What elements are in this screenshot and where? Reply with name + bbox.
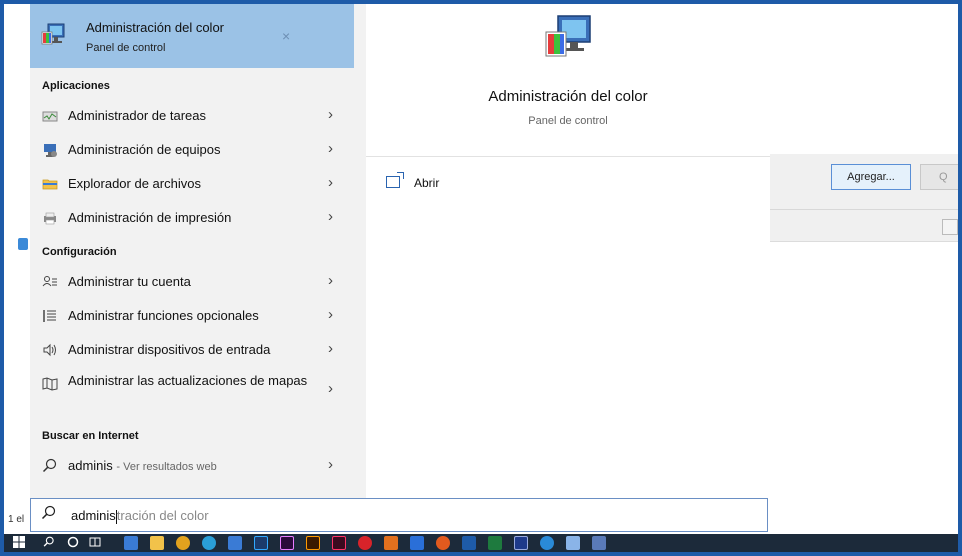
app-icon-4[interactable] <box>462 536 476 550</box>
best-match-result[interactable]: Administración del color Panel de contro… <box>30 4 354 68</box>
premiere-icon[interactable] <box>280 536 294 550</box>
audition-icon[interactable] <box>514 536 528 550</box>
printer-icon <box>42 210 58 226</box>
illustrator-icon[interactable] <box>306 536 320 550</box>
app-item-label: Administración de impresión <box>68 210 232 225</box>
app-item-print-management[interactable]: Administración de impresión › <box>30 202 354 234</box>
search-autocomplete: tración del color <box>116 508 209 523</box>
web-result-label: adminis - Ver resultados web <box>68 458 217 473</box>
settings-item-input-devices[interactable]: Administrar dispositivos de entrada › <box>30 334 354 366</box>
search-input[interactable]: administración del color <box>30 498 768 532</box>
background-checkbox[interactable] <box>942 219 958 235</box>
status-text: 1 el <box>8 514 25 525</box>
color-management-taskbar-icon[interactable] <box>592 536 606 550</box>
settings-item-label: Administrar dispositivos de entrada <box>68 342 271 357</box>
preview-panel: Administración del color Panel de contro… <box>366 4 770 498</box>
chrome-icon[interactable] <box>176 536 190 550</box>
section-web-heading: Buscar en Internet <box>42 430 139 442</box>
chevron-right-icon[interactable]: › <box>328 456 333 473</box>
color-management-icon <box>41 23 65 45</box>
app-item-label: Explorador de archivos <box>68 176 201 191</box>
chevron-right-icon[interactable]: › <box>328 208 333 225</box>
settings-item-map-updates[interactable]: Administrar las actualizaciones de mapas… <box>30 368 354 412</box>
preview-subtitle: Panel de control <box>528 115 608 127</box>
section-settings-heading: Configuración <box>42 246 117 258</box>
settings-item-account[interactable]: Administrar tu cuenta › <box>30 266 354 298</box>
app-icon-1[interactable] <box>124 536 138 550</box>
folder-icon <box>42 176 58 192</box>
task-view-icon[interactable] <box>88 536 102 550</box>
search-text: administración del color <box>71 508 209 524</box>
preview-divider <box>366 156 770 157</box>
opera-icon[interactable] <box>358 536 372 550</box>
app-icon-7[interactable] <box>566 536 580 550</box>
add-button[interactable]: Agregar... <box>831 164 911 190</box>
close-icon[interactable]: × <box>282 28 290 44</box>
search-icon <box>41 505 57 526</box>
chevron-right-icon[interactable]: › <box>328 306 333 323</box>
section-apps-heading: Aplicaciones <box>42 80 110 92</box>
app-item-file-explorer[interactable]: Explorador de archivos › <box>30 168 354 200</box>
start-menu-search: Administración del color Panel de contro… <box>30 4 770 498</box>
task-manager-icon <box>42 108 58 124</box>
open-icon <box>386 172 404 188</box>
background-app-icon <box>18 238 28 250</box>
map-icon <box>42 376 58 392</box>
cortana-icon[interactable] <box>66 536 80 550</box>
computer-management-icon <box>42 142 58 158</box>
telegram-icon[interactable] <box>202 536 216 550</box>
app-item-label: Administrador de tareas <box>68 108 207 123</box>
screen: Agregar... Q 1 el Administración del col… <box>4 4 958 552</box>
app-icon-5[interactable] <box>488 536 502 550</box>
settings-item-label: Administrar tu cuenta <box>68 274 191 289</box>
app-icon-2[interactable] <box>228 536 242 550</box>
chevron-right-icon[interactable]: › <box>328 106 333 123</box>
account-icon <box>42 274 58 290</box>
web-query: adminis <box>68 458 113 473</box>
app-item-task-manager[interactable]: Administrador de tareas › <box>30 100 354 132</box>
best-match-title: Administración del color <box>86 20 225 35</box>
search-icon[interactable] <box>42 536 56 550</box>
chevron-right-icon[interactable]: › <box>328 272 333 289</box>
list-icon <box>42 308 58 324</box>
open-label: Abrir <box>414 176 440 190</box>
secondary-button[interactable]: Q <box>920 164 958 190</box>
indesign-icon[interactable] <box>332 536 346 550</box>
settings-item-optional-features[interactable]: Administrar funciones opcionales › <box>30 300 354 332</box>
photoshop-icon[interactable] <box>254 536 268 550</box>
app-icon-6[interactable] <box>540 536 554 550</box>
vlc-icon[interactable] <box>384 536 398 550</box>
speaker-icon <box>42 342 58 358</box>
preview-title: Administración del color <box>488 88 648 105</box>
chevron-right-icon[interactable]: › <box>328 174 333 191</box>
app-item-label: Administración de equipos <box>68 142 221 157</box>
search-typed-text: adminis <box>71 508 116 523</box>
taskbar <box>4 534 958 552</box>
search-icon <box>42 458 58 474</box>
chevron-right-icon[interactable]: › <box>328 380 333 397</box>
results-panel: Administración del color Panel de contro… <box>30 4 354 498</box>
background-list-header <box>764 209 958 239</box>
chevron-right-icon[interactable]: › <box>328 140 333 157</box>
firefox-icon[interactable] <box>436 536 450 550</box>
color-management-icon <box>545 15 591 57</box>
chevron-right-icon[interactable]: › <box>328 340 333 357</box>
background-left-edge <box>4 4 30 534</box>
settings-item-label: Administrar funciones opcionales <box>68 308 259 323</box>
settings-item-label: Administrar las actualizaciones de mapas <box>68 373 308 388</box>
app-item-computer-management[interactable]: Administración de equipos › <box>30 134 354 166</box>
windows-start-icon[interactable] <box>12 536 26 550</box>
file-explorer-icon[interactable] <box>150 536 164 550</box>
web-search-result[interactable]: adminis - Ver resultados web › <box>30 450 354 482</box>
best-match-subtitle: Panel de control <box>86 42 166 54</box>
app-icon-3[interactable] <box>410 536 424 550</box>
web-hint: - Ver resultados web <box>116 461 217 473</box>
